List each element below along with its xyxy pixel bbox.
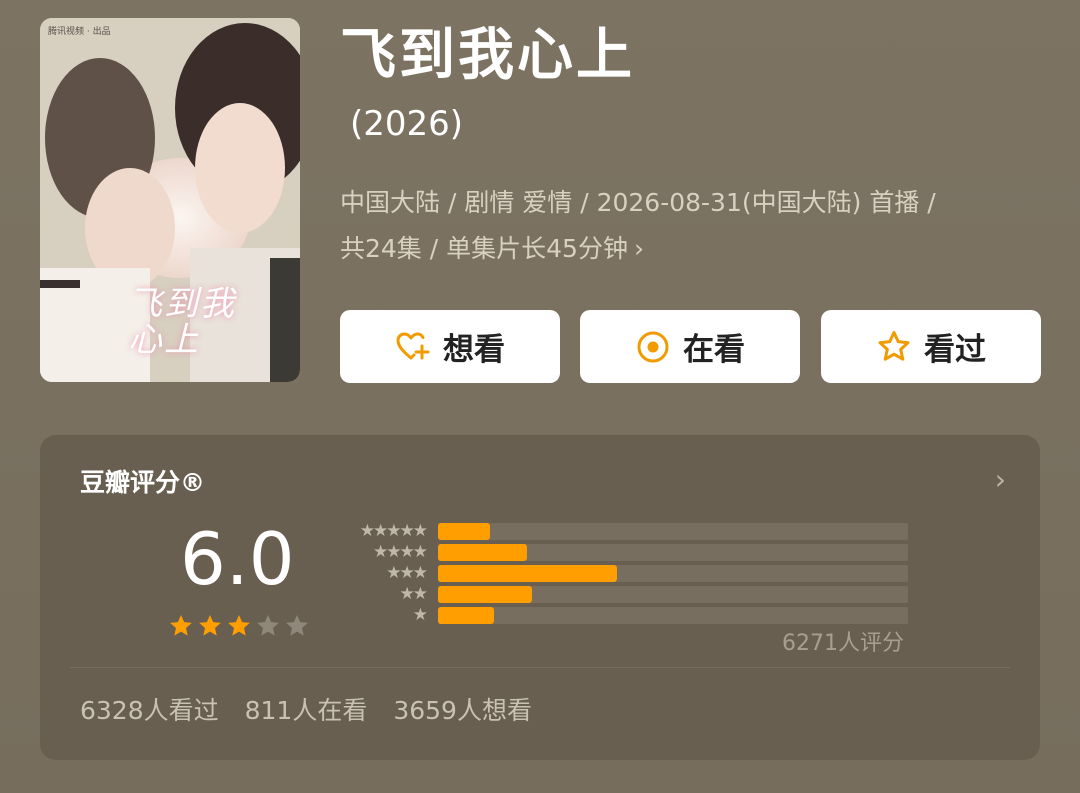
- watched-button[interactable]: 看过: [821, 310, 1041, 383]
- show-year: (2026): [350, 104, 464, 144]
- watching-label: 在看: [683, 332, 745, 368]
- star-filled-icon: [199, 614, 221, 636]
- distribution-bar: [438, 523, 490, 540]
- raters-count: 6271人评分: [782, 631, 904, 656]
- distribution-row-2-star: ★★: [334, 584, 914, 604]
- distribution-row-1-star: ★: [334, 605, 914, 625]
- star-empty-icon: [257, 614, 279, 636]
- distribution-row-3-star: ★★★: [334, 563, 914, 583]
- show-title: 飞到我心上: [340, 23, 635, 88]
- show-meta[interactable]: 中国大陆 / 剧情 爱情 / 2026-08-31(中国大陆) 首播 / 共24…: [340, 180, 1040, 272]
- meta-line-1: 中国大陆 / 剧情 爱情 / 2026-08-31(中国大陆) 首播 /: [340, 188, 936, 217]
- distribution-stars-label: ★★★★★: [359, 521, 428, 541]
- poster-image[interactable]: 腾讯视频 · 出品 飞到我心上: [40, 18, 300, 382]
- rating-score: 6.0: [180, 517, 295, 601]
- star-filled-icon: [170, 614, 192, 636]
- meta-line-2-text: 共24集 / 单集片长45分钟: [340, 234, 628, 263]
- want-to-watch-label: 想看: [443, 332, 505, 368]
- divider: [70, 667, 1010, 668]
- movie-detail-page: 腾讯视频 · 出品 飞到我心上 飞到我心上 (2026) 中国大陆 / 剧情 爱…: [0, 0, 1080, 793]
- chevron-right-icon[interactable]: ›: [995, 463, 1006, 496]
- watched-count: 6328人看过: [80, 696, 219, 725]
- distribution-stars-label: ★★★★: [373, 542, 428, 562]
- distribution-bar: [438, 607, 494, 624]
- distribution-row-5-star: ★★★★★: [334, 521, 914, 541]
- poster-title-art: 飞到我心上: [128, 284, 236, 360]
- want-count: 3659人想看: [393, 696, 532, 725]
- audience-counts: 6328人看过 811人在看 3659人想看: [80, 691, 532, 727]
- distribution-track: [438, 607, 908, 624]
- distribution-bar: [438, 586, 532, 603]
- distribution-bar: [438, 565, 617, 582]
- watched-label: 看过: [924, 332, 986, 368]
- distribution-stars-label: ★★★: [386, 563, 428, 583]
- want-to-watch-button[interactable]: 想看: [340, 310, 560, 383]
- chevron-right-icon: ›: [633, 234, 644, 263]
- distribution-row-4-star: ★★★★: [334, 542, 914, 562]
- distribution-track: [438, 523, 908, 540]
- heart-plus-icon: [395, 329, 431, 365]
- circle-dot-icon: [635, 329, 671, 365]
- distribution-stars-label: ★★: [399, 584, 429, 604]
- star-outline-icon: [876, 329, 912, 365]
- meta-line-2: 共24集 / 单集片长45分钟 ›: [340, 226, 1040, 272]
- rating-card-title: 豆瓣评分®: [80, 468, 206, 497]
- star-empty-icon: [286, 614, 308, 636]
- star-filled-icon: [228, 614, 250, 636]
- watching-button[interactable]: 在看: [580, 310, 800, 383]
- watching-count: 811人在看: [244, 696, 368, 725]
- poster-logos: 腾讯视频 · 出品: [48, 27, 111, 37]
- distribution-bar: [438, 544, 527, 561]
- distribution-stars-label: ★: [412, 605, 428, 625]
- rating-stars: [168, 613, 310, 639]
- rating-card[interactable]: 豆瓣评分® › 6.0 ★★★★★ ★★★★ ★★★ ★★ ★ 6271人评分 6328…: [40, 435, 1040, 760]
